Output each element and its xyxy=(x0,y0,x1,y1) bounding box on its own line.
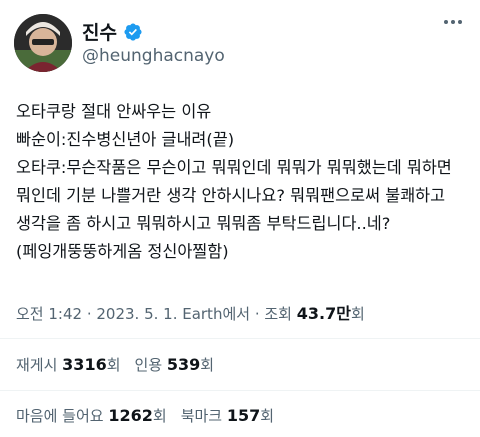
tweet-text: 오타쿠랑 절대 안싸우는 이유 빠순이:진수병신년아 글내려(끝) 오타쿠:무슨… xyxy=(16,102,452,261)
view-count: 43.7만 xyxy=(296,304,351,323)
verified-badge-icon xyxy=(124,22,142,41)
bookmarks-label: 북마크 xyxy=(180,407,227,425)
user-name-row[interactable]: 진수 xyxy=(82,18,143,45)
divider xyxy=(0,390,480,391)
retweets-count: 3316 xyxy=(62,355,107,374)
likes-stat[interactable]: 마음에 들어요 1262회 xyxy=(16,405,167,426)
user-handle[interactable]: @heunghacnayo xyxy=(82,46,225,66)
view-count-suffix: 회 xyxy=(350,305,365,323)
quotes-count: 539 xyxy=(166,355,201,374)
bookmarks-unit: 회 xyxy=(260,407,275,425)
quotes-stat[interactable]: 인용 539회 xyxy=(135,354,215,375)
quotes-label: 인용 xyxy=(134,356,167,374)
likes-label: 마음에 들어요 xyxy=(16,407,109,425)
retweets-label: 재게시 xyxy=(16,356,63,374)
tweet-timestamp[interactable]: 오전 1:42 · 2023. 5. 1. Earth에서 · 조회 xyxy=(16,305,297,323)
bookmarks-count: 157 xyxy=(226,406,261,425)
bookmarks-stat[interactable]: 북마크 157회 xyxy=(181,405,274,426)
quotes-unit: 회 xyxy=(200,356,215,374)
engagement-stats: 마음에 들어요 1262회 북마크 157회 xyxy=(16,405,274,426)
repost-stats: 재게시 3316회 인용 539회 xyxy=(16,354,214,375)
more-options-icon[interactable] xyxy=(444,20,462,24)
divider xyxy=(0,338,480,339)
tweet-meta: 오전 1:42 · 2023. 5. 1. Earth에서 · 조회 43.7만… xyxy=(16,300,365,324)
likes-count: 1262 xyxy=(108,406,153,425)
retweets-unit: 회 xyxy=(106,356,121,374)
avatar[interactable] xyxy=(14,14,72,72)
retweets-stat[interactable]: 재게시 3316회 xyxy=(16,354,121,375)
likes-unit: 회 xyxy=(152,407,167,425)
display-name[interactable]: 진수 xyxy=(82,18,117,45)
